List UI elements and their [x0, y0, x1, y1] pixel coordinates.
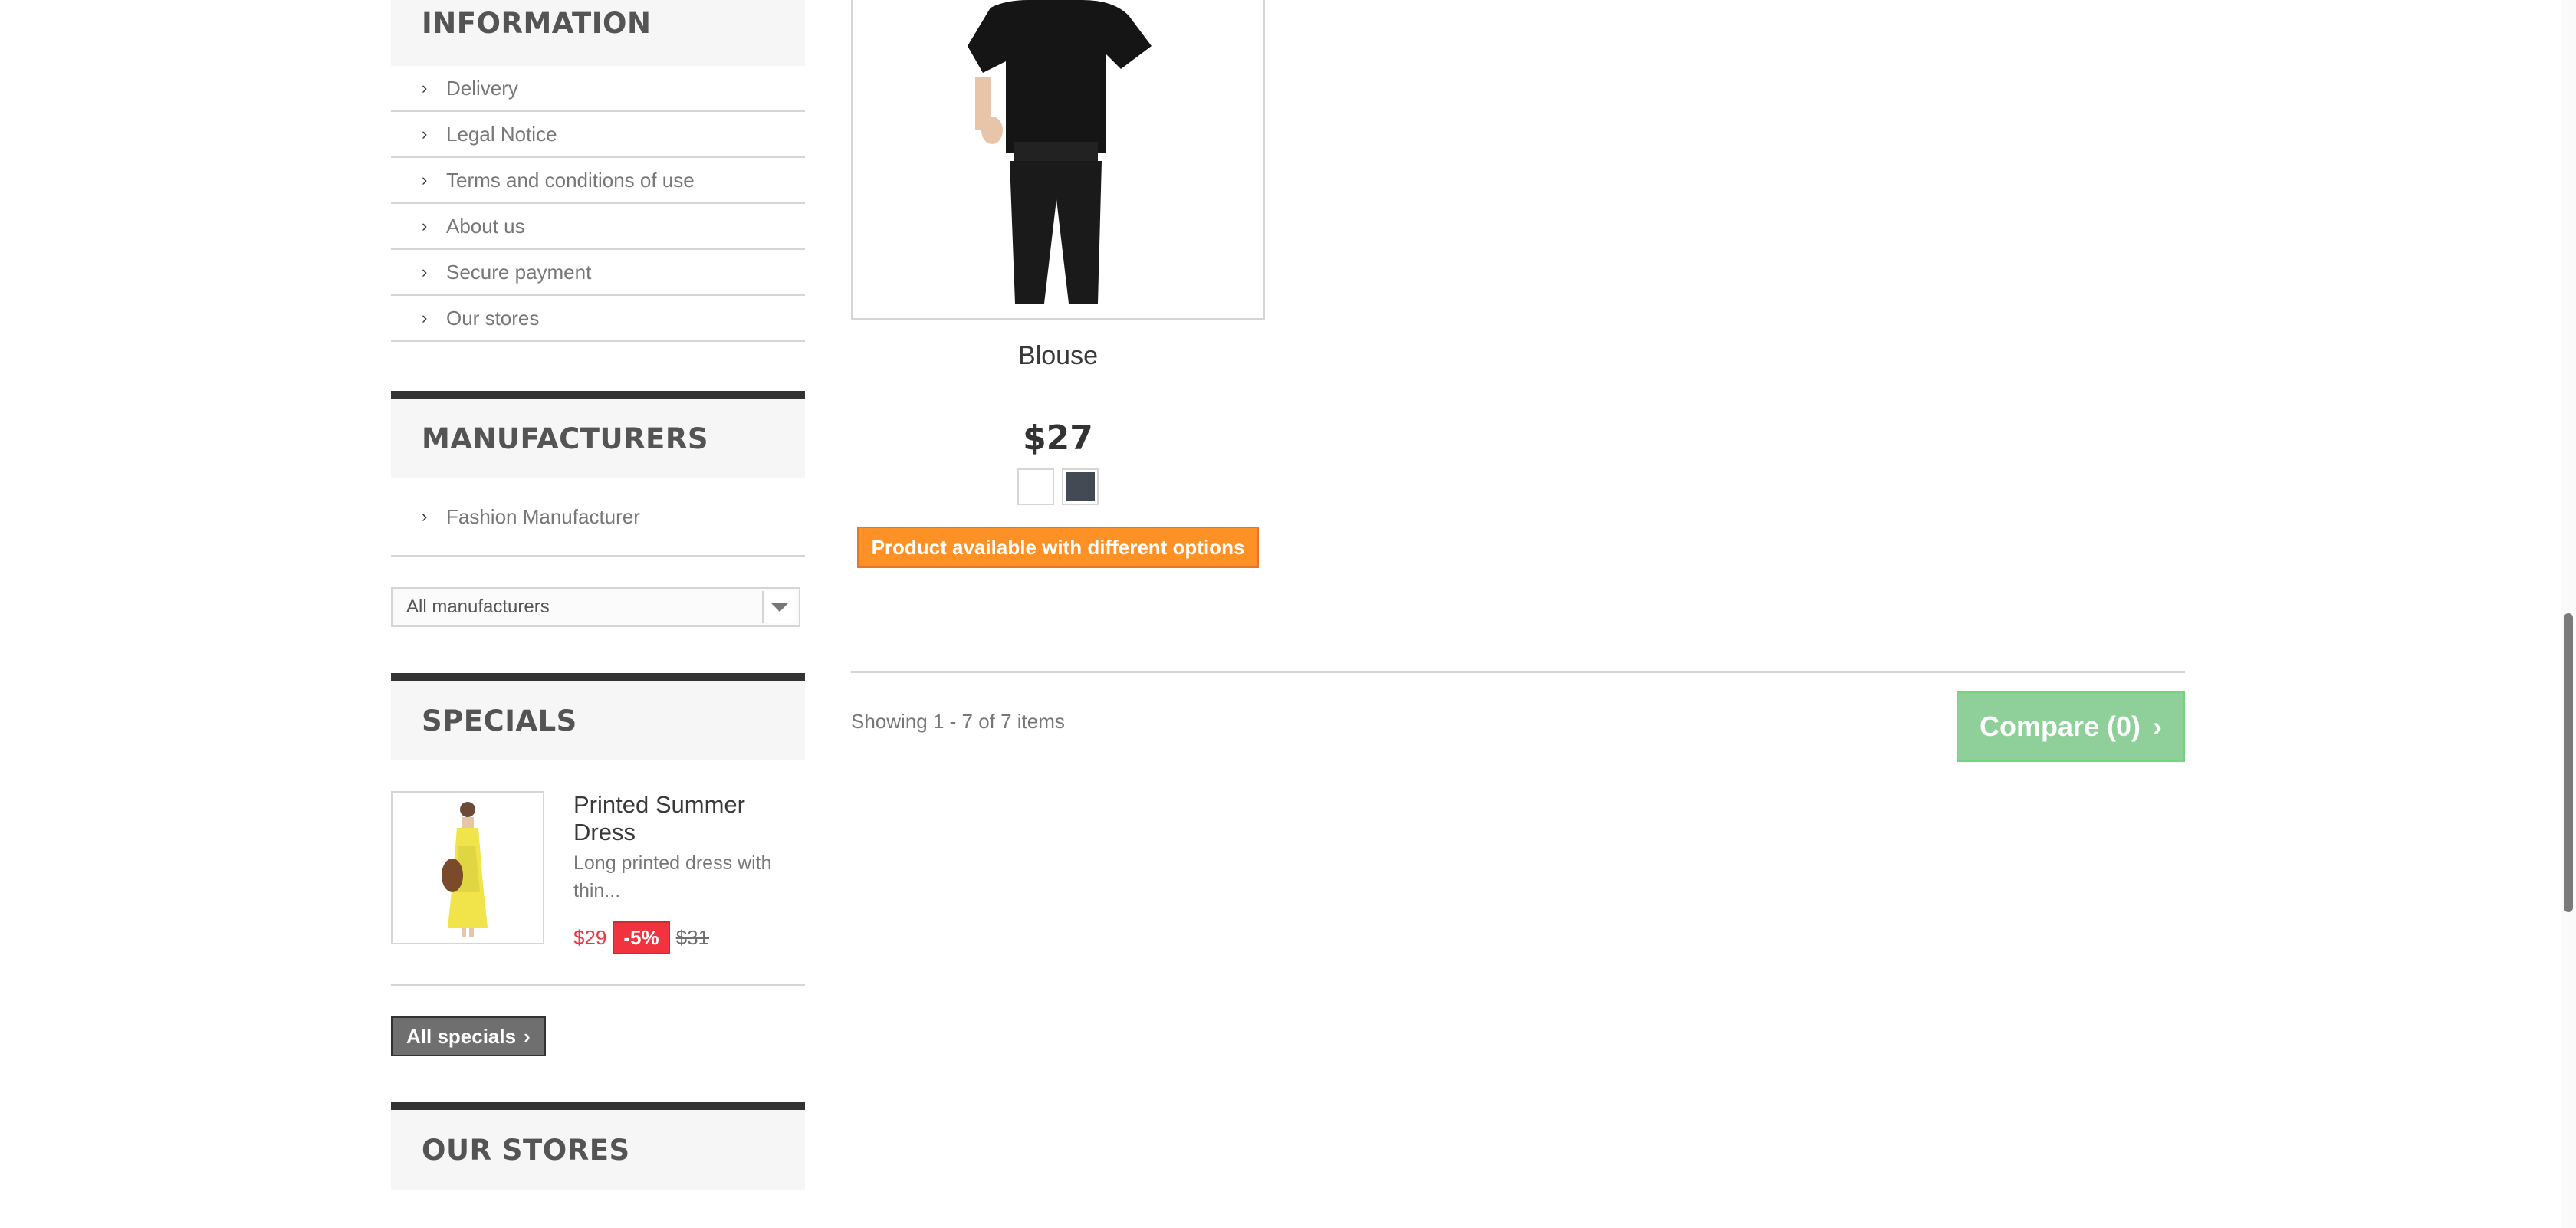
chevron-right-icon: › [2153, 711, 2163, 742]
product-price: $27 [1023, 419, 1093, 458]
info-link-secure-payment[interactable]: › Secure payment [391, 250, 805, 296]
info-link-terms[interactable]: › Terms and conditions of use [391, 158, 805, 204]
dress-image-icon [442, 802, 488, 937]
special-product-name[interactable]: Printed Summer Dress [573, 791, 803, 846]
color-swatch-white[interactable] [1017, 468, 1054, 505]
information-block-title: INFORMATION [391, 0, 805, 66]
swatch-fill [1021, 472, 1050, 501]
page-scrollbar[interactable] [2561, 0, 2576, 1228]
left-sidebar: INFORMATION › Delivery › Legal Notice › Ter… [391, 0, 805, 1190]
special-product: Printed Summer Dress Long printed dress … [391, 791, 805, 954]
swatch-fill [1066, 472, 1095, 501]
information-list: › Delivery › Legal Notice › Terms and condi… [391, 66, 805, 342]
block-divider [391, 391, 805, 399]
manufacturer-link[interactable]: › Fashion Manufacturer [391, 478, 805, 557]
chevron-right-icon: › [422, 507, 428, 526]
special-product-image[interactable] [391, 791, 544, 944]
special-prices: $29 -5% $31 [573, 921, 803, 954]
chevron-right-icon: › [422, 78, 428, 97]
color-swatch-dark[interactable] [1062, 468, 1099, 505]
listing-divider [851, 671, 2185, 673]
block-divider [391, 673, 805, 681]
special-product-description: Long printed dress with thin... [573, 852, 772, 901]
product-image[interactable] [851, 0, 1265, 320]
pagination-summary: Showing 1 - 7 of 7 items [851, 710, 1065, 733]
color-swatches [851, 468, 1265, 505]
chevron-right-icon: › [422, 124, 428, 143]
our-stores-block-title: OUR STORES [391, 1110, 805, 1190]
product-card: Blouse $27 Product available with differ… [851, 0, 1265, 568]
specials-block-title: SPECIALS [391, 681, 805, 760]
chevron-down-icon [771, 603, 788, 612]
info-link-legal-notice[interactable]: › Legal Notice [391, 112, 805, 158]
info-link-delivery[interactable]: › Delivery [391, 66, 805, 112]
all-specials-button[interactable]: All specials › [391, 1016, 546, 1056]
chevron-right-icon: › [422, 262, 428, 281]
block-divider [391, 1102, 805, 1110]
special-old-price: $31 [675, 926, 710, 949]
manufacturers-block-title: MANUFACTURERS [391, 399, 805, 478]
chevron-right-icon: › [422, 170, 428, 189]
compare-button[interactable]: Compare (0) › [1957, 691, 2185, 762]
blouse-image-icon [853, 0, 1263, 318]
special-new-price: $29 [573, 926, 607, 949]
scrollbar-thumb[interactable] [2564, 613, 2573, 912]
options-badge[interactable]: Product available with different options [857, 527, 1259, 568]
chevron-right-icon: › [524, 1024, 531, 1048]
manufacturer-select[interactable]: All manufacturers [391, 587, 800, 627]
chevron-right-icon: › [422, 216, 428, 235]
product-name[interactable]: Blouse [851, 341, 1265, 371]
select-dropdown-button[interactable] [762, 591, 796, 623]
specials-separator [391, 984, 805, 986]
info-link-our-stores[interactable]: › Our stores [391, 296, 805, 342]
chevron-right-icon: › [422, 308, 428, 327]
info-link-about-us[interactable]: › About us [391, 204, 805, 250]
discount-badge: -5% [613, 921, 670, 954]
